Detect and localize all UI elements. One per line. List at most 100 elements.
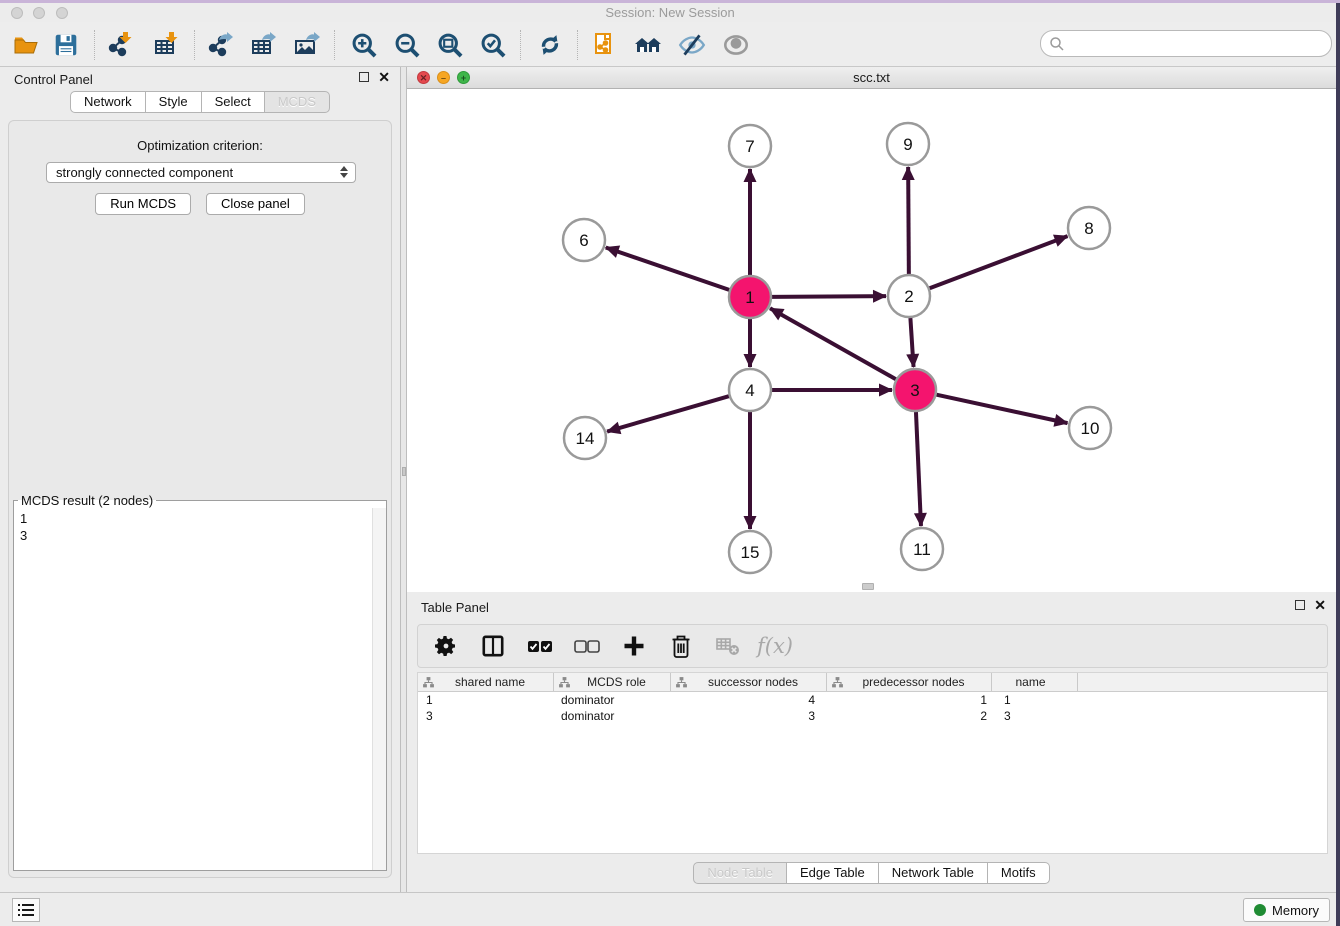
horizontal-splitter-handle[interactable] [862,583,874,590]
mcds-result-list[interactable]: 13 [14,508,372,870]
table-cell-successor_nodes[interactable]: 4 [671,692,827,708]
show-all-icon[interactable] [718,28,754,62]
unselect-all-columns-icon[interactable] [571,630,603,662]
column-header-name[interactable]: name [992,673,1078,691]
graph-edge-2-3[interactable] [910,318,913,367]
search-input[interactable] [1065,33,1331,55]
graph-node-label-11: 11 [913,540,931,559]
table-row[interactable]: 3dominator323 [418,708,1327,724]
vertical-splitter-handle[interactable] [402,467,406,476]
column-header-successor-nodes[interactable]: successor nodes [671,673,827,691]
table-tab-network-table[interactable]: Network Table [879,862,988,884]
graph-edge-3-11[interactable] [916,412,921,526]
create-new-column-icon[interactable] [618,630,650,662]
control-panel: Control Panel ✕ NetworkStyleSelectMCDS O… [0,67,400,892]
network-canvas[interactable]: 7968124314101511 [407,89,1336,592]
criterion-select[interactable]: strongly connected component [46,162,356,183]
select-stepper-icon [340,166,348,178]
window-zoom-button[interactable] [56,7,68,19]
network-minimize-button[interactable]: – [437,71,450,84]
graph-edge-2-9[interactable] [908,167,909,274]
first-neighbors-icon[interactable] [630,28,666,62]
close-panel-icon[interactable]: ✕ [378,71,390,83]
export-network-icon[interactable] [202,28,238,62]
graph-edge-3-10[interactable] [936,395,1067,423]
close-panel-button[interactable]: Close panel [206,193,305,215]
network-close-button[interactable]: ✕ [417,71,430,84]
save-session-icon[interactable] [48,28,84,62]
tab-select[interactable]: Select [202,91,265,113]
column-label: MCDS role [571,675,670,689]
zoom-fit-icon[interactable] [432,28,468,62]
graph-edge-1-6[interactable] [606,247,729,289]
mcds-result-box: MCDS result (2 nodes) 13 [13,493,387,871]
column-label: predecessor nodes [844,675,991,689]
export-image-icon[interactable] [289,28,325,62]
zoom-in-icon[interactable] [346,28,382,62]
tab-network[interactable]: Network [70,91,146,113]
table-cell-shared_name[interactable]: 1 [418,692,554,708]
graph-edge-3-1[interactable] [770,308,896,379]
control-panel-header: Control Panel ✕ [0,67,400,91]
table-cell-mcds_role[interactable]: dominator [554,692,671,708]
column-label: successor nodes [688,675,826,689]
refresh-icon[interactable] [532,28,568,62]
mcds-result-item[interactable]: 1 [20,510,372,527]
delete-column-icon[interactable] [665,630,697,662]
graph-edge-4-14[interactable] [607,396,729,431]
network-maximize-button[interactable]: + [457,71,470,84]
import-network-icon[interactable] [102,28,138,62]
export-table-icon[interactable] [245,28,281,62]
column-header-MCDS-role[interactable]: MCDS role [554,673,671,691]
task-history-button[interactable] [12,898,40,922]
memory-button[interactable]: Memory [1243,898,1330,922]
mcds-panel: Optimization criterion: strongly connect… [8,120,392,878]
column-header-predecessor-nodes[interactable]: predecessor nodes [827,673,992,691]
open-session-icon[interactable] [8,28,44,62]
table-tab-node-table[interactable]: Node Table [693,862,787,884]
new-network-from-selection-icon[interactable] [588,28,624,62]
search-input-wrapper[interactable] [1040,30,1332,57]
toolbar-separator [334,30,335,60]
float-panel-icon[interactable] [359,72,369,82]
vertical-splitter[interactable] [400,67,407,892]
table-cell-predecessor_nodes[interactable]: 1 [827,692,992,708]
graph-edge-2-8[interactable] [930,236,1068,288]
hide-selected-icon[interactable] [674,28,710,62]
close-table-panel-icon[interactable]: ✕ [1314,599,1326,611]
table-cell-name[interactable]: 1 [992,692,1078,708]
graph-node-label-6: 6 [579,231,588,250]
control-panel-tabs: NetworkStyleSelectMCDS [0,91,400,113]
table-options-gear-icon[interactable] [430,630,462,662]
select-all-columns-icon[interactable] [524,630,556,662]
window-top-edge [0,0,1340,3]
show-column-panel-icon[interactable] [477,630,509,662]
graph-node-label-10: 10 [1081,419,1100,438]
network-window-titlebar[interactable]: ✕ – + scc.txt [407,67,1336,89]
memory-label: Memory [1272,903,1319,918]
table-cell-mcds_role[interactable]: dominator [554,708,671,724]
window-close-button[interactable] [11,7,23,19]
mcds-result-item[interactable]: 3 [20,527,372,544]
import-table-icon[interactable] [148,28,184,62]
column-header-shared-name[interactable]: shared name [418,673,554,691]
tab-style[interactable]: Style [146,91,202,113]
table-tab-motifs[interactable]: Motifs [988,862,1050,884]
delete-table-icon [712,630,744,662]
table-row[interactable]: 1dominator411 [418,692,1327,708]
graph-node-label-4: 4 [745,381,754,400]
zoom-out-icon[interactable] [389,28,425,62]
tab-mcds[interactable]: MCDS [265,91,330,113]
table-cell-shared_name[interactable]: 3 [418,708,554,724]
graph-edge-1-2[interactable] [772,296,886,297]
table-panel-title: Table Panel [421,600,489,615]
zoom-selected-icon[interactable] [475,28,511,62]
window-minimize-button[interactable] [33,7,45,19]
table-cell-predecessor_nodes[interactable]: 2 [827,708,992,724]
table-cell-successor_nodes[interactable]: 3 [671,708,827,724]
float-table-panel-icon[interactable] [1295,600,1305,610]
table-cell-name[interactable]: 3 [992,708,1078,724]
result-scrollbar[interactable] [372,508,386,870]
table-tab-edge-table[interactable]: Edge Table [787,862,879,884]
run-mcds-button[interactable]: Run MCDS [95,193,191,215]
